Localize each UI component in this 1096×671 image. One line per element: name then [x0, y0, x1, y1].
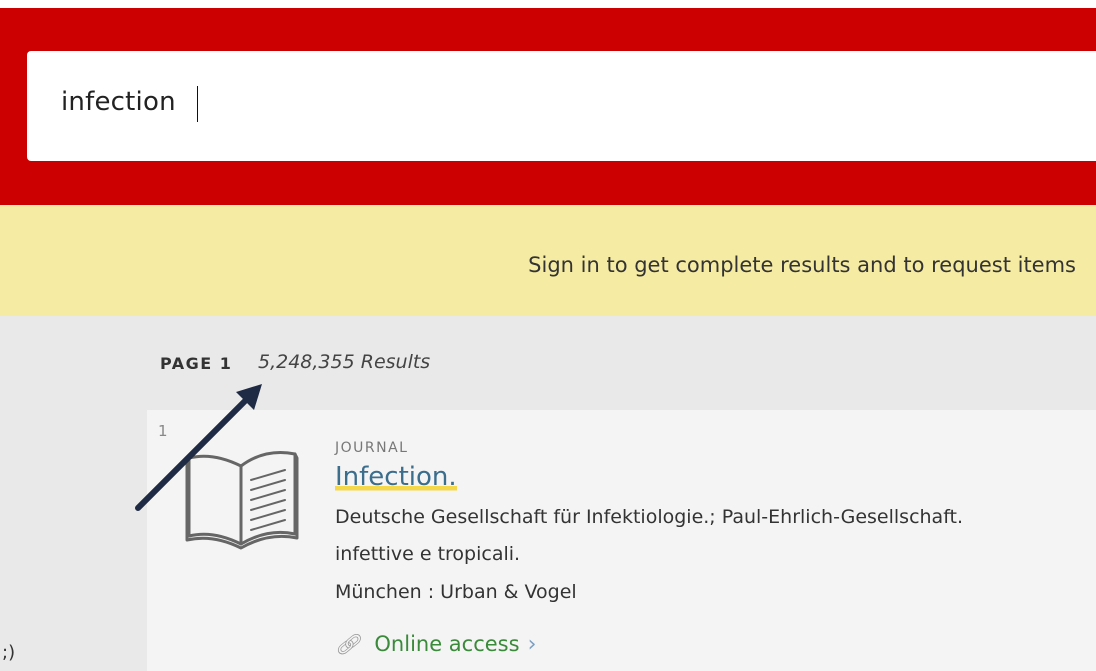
book-icon [185, 451, 299, 550]
result-title-link[interactable]: Infection. [335, 462, 457, 493]
link-icon: 🔗︎ [335, 632, 361, 656]
left-sidebar-fragment: ;) [2, 642, 16, 663]
result-subtitle: infettive e tropicali. [335, 543, 521, 565]
text-caret [197, 86, 198, 122]
chevron-right-icon: › [527, 632, 537, 657]
signin-banner: Sign in to get complete results and to r… [0, 205, 1096, 316]
result-publisher: München : Urban & Vogel [335, 581, 577, 603]
search-header: infection [0, 8, 1096, 205]
results-area: PAGE 1 5,248,355 Results ;) 1 JOURNAL In… [0, 316, 1096, 671]
top-strip [0, 0, 1096, 8]
result-card[interactable]: 1 JOURNAL Infection. Deutsche Gesellscha… [147, 410, 1096, 671]
result-index: 1 [158, 422, 168, 440]
online-access-link[interactable]: 🔗︎ Online access › [335, 632, 536, 657]
result-type: JOURNAL [335, 440, 409, 456]
search-input[interactable]: infection [61, 87, 176, 117]
signin-link[interactable]: Sign in to get complete results and to r… [528, 253, 1076, 277]
online-access-label: Online access [374, 632, 520, 656]
results-count: 5,248,355 Results [258, 351, 431, 373]
page-label: PAGE 1 [160, 354, 233, 373]
search-box[interactable]: infection [27, 51, 1096, 161]
result-authors: Deutsche Gesellschaft für Infektiologie.… [335, 506, 964, 528]
